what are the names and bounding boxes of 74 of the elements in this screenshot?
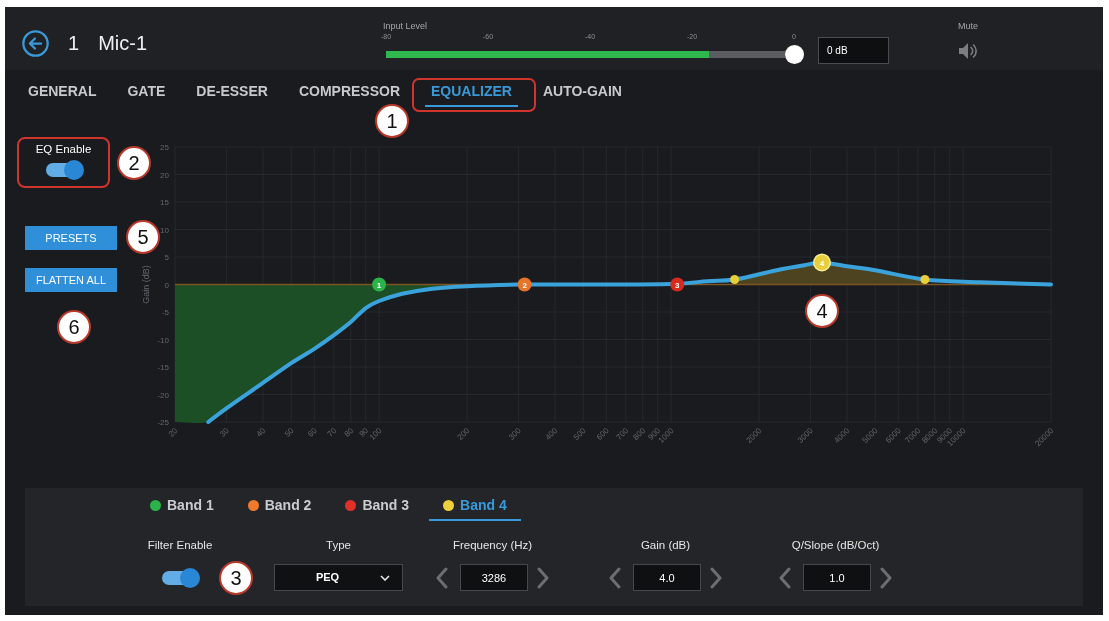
annotation: 3 xyxy=(675,280,681,290)
axis-tick-label: 20 xyxy=(160,170,169,180)
chevron-left-icon[interactable] xyxy=(609,566,621,589)
callout-number: 1 xyxy=(375,104,409,138)
tab[interactable]: DE-ESSER xyxy=(190,77,274,107)
callout-number: 3 xyxy=(219,561,253,595)
tab[interactable]: GATE xyxy=(121,77,172,107)
callout-number: 6 xyxy=(57,310,91,344)
chevron-down-icon xyxy=(380,574,390,581)
fader-thumb[interactable] xyxy=(785,44,804,64)
axis-tick-label: 400 xyxy=(543,426,560,442)
callout-number: 5 xyxy=(126,220,160,254)
tab[interactable]: EQUALIZER xyxy=(425,77,518,107)
axis-tick-label: -5 xyxy=(161,308,169,317)
band-tab[interactable]: Band 3 xyxy=(331,491,424,521)
tab[interactable]: AUTO-GAIN xyxy=(536,77,628,107)
tab[interactable]: GENERAL xyxy=(22,77,103,107)
axis-tick-label: -25 xyxy=(157,418,169,427)
axis-tick-label: 50 xyxy=(282,426,296,439)
annotation: 2 xyxy=(522,280,528,290)
chevron-right-icon[interactable] xyxy=(710,566,722,589)
axis-title: Gain (dB) xyxy=(141,265,151,304)
axis-tick-label: 700 xyxy=(614,426,631,442)
chevron-left-icon[interactable] xyxy=(779,566,791,589)
axis-tick-label: -20 xyxy=(157,390,169,400)
channel-number: 1 xyxy=(68,31,80,55)
mute-label: Mute xyxy=(958,20,978,32)
axis-tick-label: 800 xyxy=(631,426,648,442)
axis-tick-label: 10 xyxy=(160,225,169,235)
back-icon[interactable] xyxy=(22,29,49,57)
field-label: Gain (dB) xyxy=(640,539,691,551)
channel-name: Mic-1 xyxy=(98,31,147,55)
value-input[interactable]: 4.0 xyxy=(633,564,701,591)
field-label: Type xyxy=(326,539,351,551)
band-marker[interactable]: 3 xyxy=(670,277,685,292)
axis-tick-label: 15 xyxy=(160,198,169,207)
axis-tick-label: 300 xyxy=(507,426,523,442)
axis-tick-label: -10 xyxy=(157,335,169,345)
level-input[interactable]: 0 dB xyxy=(818,37,889,64)
axis-tick-label: 500 xyxy=(571,426,588,442)
axis-tick-label: 90 xyxy=(357,426,371,439)
axis-tick-label: -15 xyxy=(157,363,169,372)
field-label: Frequency (Hz) xyxy=(452,539,533,551)
handle-marker[interactable] xyxy=(920,275,930,285)
handle-marker[interactable] xyxy=(730,275,740,285)
value-input[interactable]: 3286 xyxy=(460,564,528,591)
field-label: Filter Enable xyxy=(147,539,213,551)
axis-tick-label: 20 xyxy=(166,426,180,439)
axis-tick-label: 30 xyxy=(218,426,231,439)
band-tab[interactable]: Band 4 xyxy=(429,491,521,521)
annotation: 4 xyxy=(819,258,825,268)
axis-tick-label: 70 xyxy=(325,426,339,439)
axis-tick-label: 25 xyxy=(160,143,169,152)
value-input[interactable]: 1.0 xyxy=(803,564,871,591)
callout-number: 4 xyxy=(804,293,839,328)
axis-tick-label: 5 xyxy=(164,253,169,262)
field-label: Q/Slope (dB/Oct) xyxy=(791,539,880,551)
axis-tick-label: 60 xyxy=(306,426,319,439)
tab[interactable]: COMPRESSOR xyxy=(292,77,406,107)
axis-tick-label: 600 xyxy=(594,426,611,442)
chevron-left-icon[interactable] xyxy=(436,566,448,589)
chevron-right-icon[interactable] xyxy=(880,566,892,589)
toggle-label: EQ Enable xyxy=(35,142,92,156)
callout-number: 2 xyxy=(117,146,151,180)
annotation: 1 xyxy=(376,280,382,290)
filter-enable-toggle[interactable] xyxy=(160,567,200,588)
speaker-icon[interactable] xyxy=(958,42,978,60)
band-tab[interactable]: Band 2 xyxy=(233,491,326,521)
type-select[interactable]: PEQ xyxy=(274,564,403,591)
chevron-right-icon[interactable] xyxy=(537,566,549,589)
axis-tick-label: 80 xyxy=(342,426,356,439)
meter-label: Input Level xyxy=(383,20,429,32)
band-tab[interactable]: Band 1 xyxy=(136,491,228,521)
axis-tick-label: 40 xyxy=(254,426,268,439)
